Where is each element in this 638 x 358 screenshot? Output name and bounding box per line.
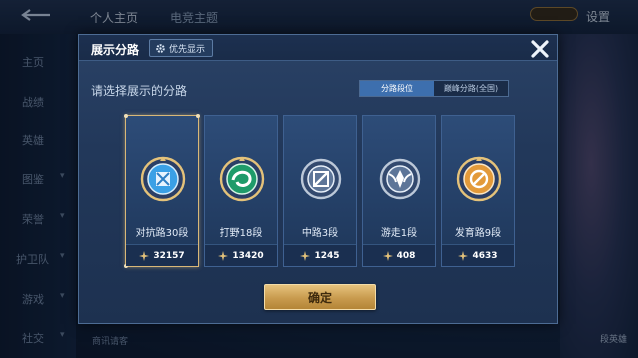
lane-card-jungle[interactable]: 打野18段 13420 <box>204 115 278 267</box>
silver-slash-badge-icon <box>300 158 342 200</box>
lane-card-label: 发育路9段 <box>454 228 502 239</box>
lane-power-icon <box>139 250 150 261</box>
silver-wings-badge-icon <box>379 158 421 200</box>
lane-card-score-value: 4633 <box>472 250 498 261</box>
dialog-title: 展示分路 <box>91 43 140 57</box>
lane-cards: 对抗路30段 32157 打野18段 13420 中路3段 1245 游走1段 … <box>124 114 515 268</box>
lane-card-label: 游走1段 <box>380 228 418 239</box>
lane-display-dialog: 展示分路 优先显示 请选择展示的分路 分路段位 巅峰分路(全国) 对抗路30段 … <box>78 34 558 324</box>
lane-card-score-value: 408 <box>396 250 416 261</box>
priority-display-label: 优先显示 <box>169 44 206 55</box>
lane-mode-toggle: 分路段位 巅峰分路(全国) <box>359 80 509 97</box>
confirm-button[interactable]: 确定 <box>264 284 376 310</box>
close-icon <box>531 40 549 58</box>
lane-power-icon <box>458 250 469 261</box>
lane-card-score-value: 13420 <box>232 250 264 261</box>
green-swirl-badge-icon <box>219 156 265 202</box>
gold-bow-badge-icon <box>456 156 502 202</box>
gear-icon <box>156 43 165 53</box>
lane-card-roam[interactable]: 游走1段 408 <box>362 115 436 267</box>
lane-card-label: 打野18段 <box>219 228 263 239</box>
lane-power-icon <box>382 250 393 261</box>
lane-card-score: 408 <box>363 244 435 266</box>
lane-card-mid[interactable]: 中路3段 1245 <box>283 115 357 267</box>
lane-card-score: 1245 <box>284 244 356 266</box>
lane-card-score: 32157 <box>126 244 198 266</box>
lane-card-score-value: 32157 <box>153 250 185 261</box>
lane-power-icon <box>300 250 311 261</box>
toggle-lane-rank[interactable]: 分路段位 <box>360 81 434 96</box>
lane-power-icon <box>218 250 229 261</box>
toggle-peak-lane[interactable]: 巅峰分路(全国) <box>434 81 508 96</box>
lane-card-score-value: 1245 <box>314 250 340 261</box>
priority-display-button[interactable]: 优先显示 <box>149 39 214 57</box>
lane-card-top[interactable]: 对抗路30段 32157 <box>124 114 200 268</box>
lane-prompt: 请选择展示的分路 <box>91 84 188 98</box>
lane-card-score: 13420 <box>205 244 277 266</box>
lane-card-label: 中路3段 <box>301 228 339 239</box>
lane-card-score: 4633 <box>442 244 514 266</box>
blue-shield-badge-icon <box>140 156 186 202</box>
lane-card-farm[interactable]: 发育路9段 4633 <box>441 115 515 267</box>
close-button[interactable] <box>529 38 551 60</box>
selection-corner <box>196 114 200 118</box>
dialog-header: 展示分路 优先显示 <box>79 35 557 61</box>
lane-card-label: 对抗路30段 <box>135 228 189 239</box>
selection-corner <box>124 114 128 118</box>
